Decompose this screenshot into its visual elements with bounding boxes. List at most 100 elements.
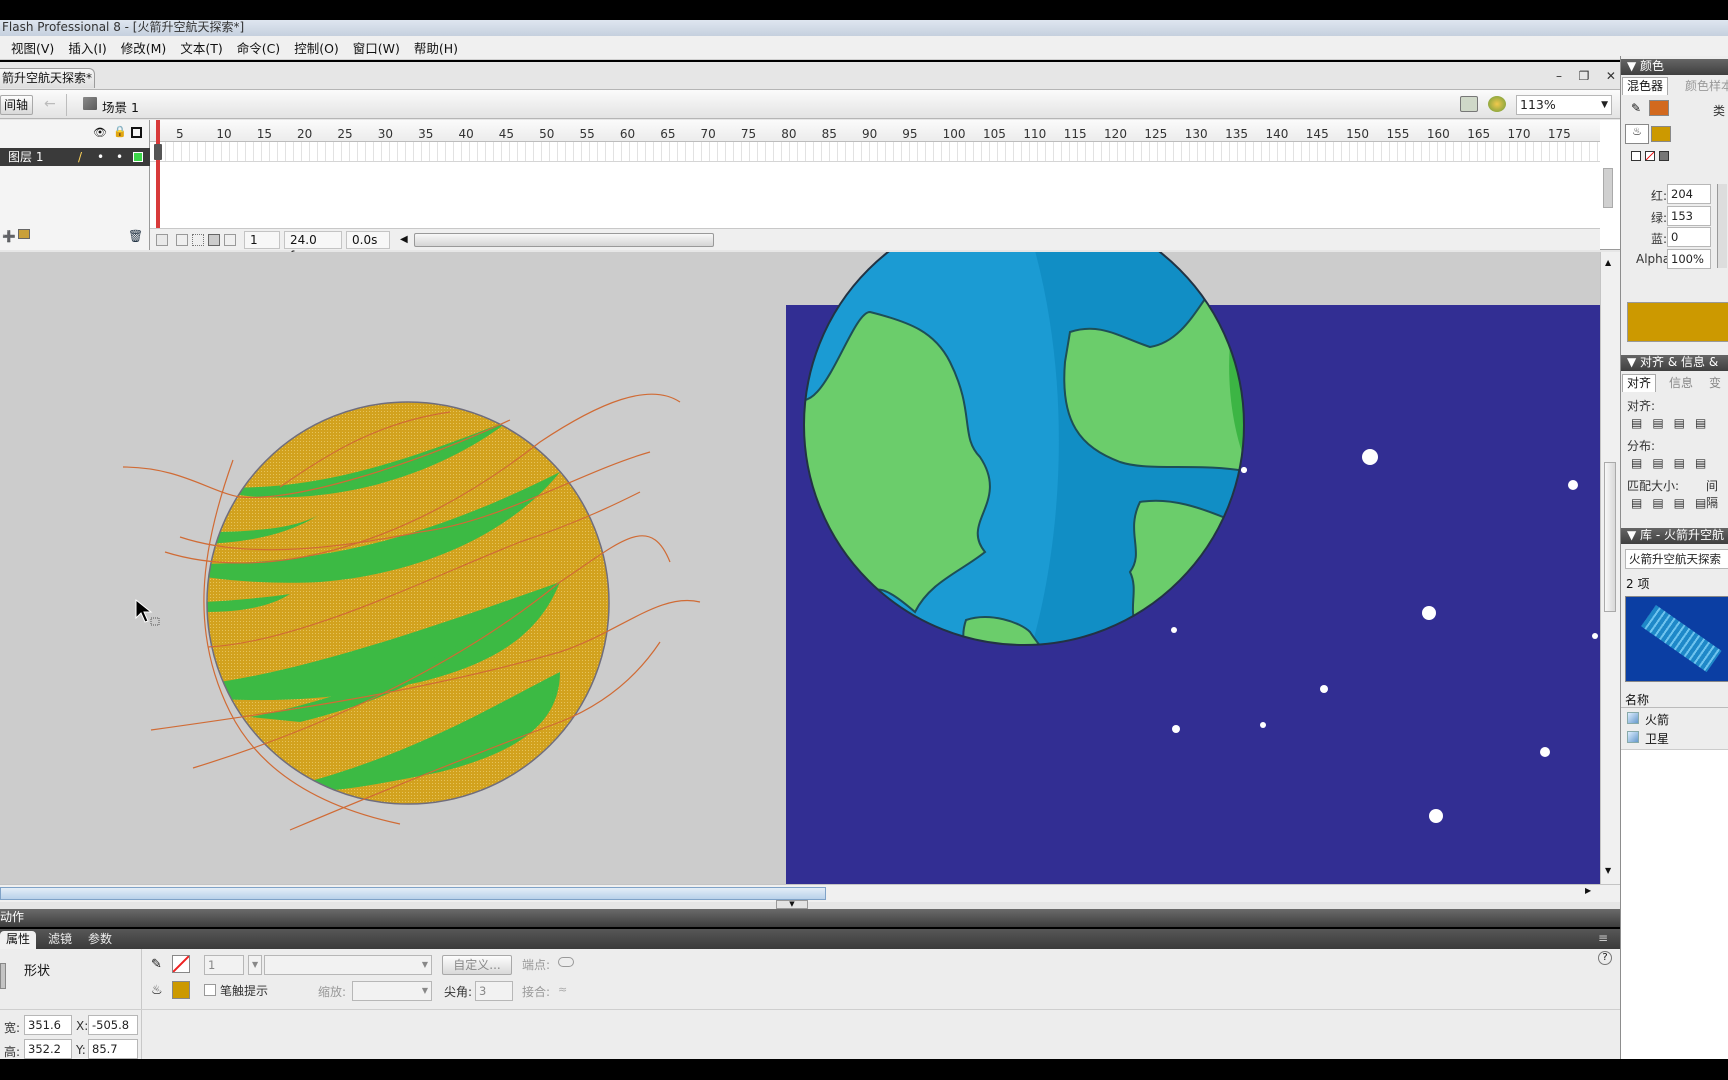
lock-dot[interactable]: • [116,148,123,166]
library-document-select[interactable]: 火箭升空航天探索 [1625,549,1728,569]
scroll-down-icon[interactable]: ▼ [1605,866,1611,875]
add-layer-icon[interactable]: ➕ [2,230,16,243]
menu-text[interactable]: 文本(T) [173,38,229,57]
fill-color-chip[interactable] [1651,126,1671,142]
zoom-select[interactable]: 113% ▼ [1516,95,1612,115]
stroke-height-field[interactable]: 1 [204,955,244,975]
scroll-up-icon[interactable]: ▲ [1605,258,1611,267]
visibility-dot[interactable]: • [97,148,104,166]
layer-row[interactable]: 图层 1 / • • [0,148,150,166]
height-field[interactable]: 352.2 [24,1039,72,1059]
timeline-hscroll-thumb[interactable] [413,232,714,247]
lock-icon[interactable]: 🔒 [113,125,127,138]
scroll-left-icon[interactable]: ◀ [400,234,408,245]
stroke-color-chip[interactable] [1649,100,1669,116]
swap-colors-icon[interactable] [1659,151,1669,161]
back-arrow-icon[interactable]: ← [44,96,56,112]
playhead[interactable] [156,120,160,228]
tab-align[interactable]: 对齐 [1622,374,1657,392]
frame-rate-field[interactable]: 24.0 fps [284,230,342,263]
minimize-icon[interactable]: – [1556,69,1562,85]
fill-bucket-icon[interactable]: ♨ [1625,124,1649,144]
edit-scene-icon[interactable] [1460,96,1478,112]
match-size-buttons-icon[interactable]: ▤▤▤▤ [1631,496,1716,510]
tab-properties[interactable]: 属性 [0,931,37,949]
fill-color-swatch[interactable] [172,981,190,999]
outline-icon[interactable] [131,127,142,138]
stroke-height-dropdown[interactable]: ▼ [248,955,262,975]
library-panel-header[interactable]: ▼ 库 - 火箭升空航 [1621,528,1728,544]
edit-symbols-icon[interactable] [1488,96,1506,112]
library-name-column[interactable]: 名称 [1625,691,1649,708]
no-color-icon[interactable] [1645,151,1655,161]
color-panel-header[interactable]: ▼ 颜色 [1621,59,1728,75]
scale-select[interactable]: ▼ [352,981,432,1001]
tab-parameters[interactable]: 参数 [82,931,118,949]
menu-window[interactable]: 窗口(W) [346,38,407,57]
align-buttons-icon[interactable]: ▤▤▤▤ [1631,416,1716,430]
gas-giant-planet[interactable] [122,393,701,831]
color-sliders[interactable] [1717,184,1727,268]
stroke-style-select[interactable]: ▼ [264,955,432,975]
library-item-rocket[interactable]: 火箭 [1645,711,1669,728]
panel-menu-icon[interactable]: ≡ [1598,931,1608,945]
align-panel-header[interactable]: ▼ 对齐 & 信息 & [1621,355,1728,371]
hscroll-thumb[interactable] [0,887,826,900]
actions-panel-header[interactable]: 动作 [0,909,1620,927]
scroll-right-icon[interactable]: ▶ [1585,886,1591,895]
tab-filters[interactable]: 滤镜 [42,931,78,949]
cap-icon[interactable] [558,957,574,967]
stage-vscroll[interactable]: ▲ ▼ [1600,252,1620,884]
onion-skin-icon[interactable] [176,233,188,246]
restore-icon[interactable]: ❐ [1579,69,1590,85]
add-folder-icon[interactable] [18,229,30,239]
stage-area[interactable] [0,252,1600,884]
y-field[interactable]: 85.7 [88,1039,138,1059]
menu-modify[interactable]: 修改(M) [114,38,174,57]
alpha-field[interactable]: 100% [1667,249,1711,269]
center-frame-icon[interactable] [156,233,168,246]
scene-label[interactable]: 场景 1 [102,97,139,116]
frame-ruler[interactable]: 5 10 15 20 25 30 35 40 45 50 55 60 65 70 75 80 85 90 95 100… [150,120,1600,142]
eye-icon[interactable]: 👁 [93,126,107,139]
close-icon[interactable]: ✕ [1606,69,1616,85]
stroke-color-swatch[interactable] [172,955,190,973]
help-icon[interactable]: ? [1598,951,1612,965]
tab-transform[interactable]: 变 [1705,375,1725,393]
red-field[interactable]: 204 [1667,184,1711,204]
tab-info[interactable]: 信息 [1665,375,1697,393]
stage-hscroll[interactable]: ▶ [0,884,1620,902]
black-white-icon[interactable] [1631,151,1641,161]
timeline-toggle-button[interactable]: 间轴 [0,95,33,115]
edit-multiple-icon[interactable] [208,233,220,246]
vscroll-thumb[interactable] [1604,462,1616,612]
x-field[interactable]: -505.8 [88,1015,138,1035]
layer-color-box[interactable] [133,152,143,162]
menu-view[interactable]: 视图(V) [4,38,61,57]
tab-color-mixer[interactable]: 混色器 [1622,77,1669,95]
document-tab[interactable]: 箭升空航天探索* [0,68,95,88]
library-list-area[interactable] [1621,749,1728,1059]
tab-color-swatches[interactable]: 颜色样本 [1681,78,1728,96]
menu-control[interactable]: 控制(O) [287,38,346,57]
onion-outline-icon[interactable] [192,233,204,246]
frame-row[interactable] [150,142,1600,162]
width-field[interactable]: 351.6 [24,1015,72,1035]
blue-field[interactable]: 0 [1667,227,1711,247]
miter-field[interactable]: 3 [475,981,513,1001]
custom-stroke-button[interactable]: 自定义... [442,955,512,975]
menu-commands[interactable]: 命令(C) [230,38,287,57]
layer-name[interactable]: 图层 1 [0,150,43,164]
join-icon[interactable]: ≈ [558,983,567,996]
stage-canvas[interactable] [0,252,1600,884]
modify-markers-icon[interactable] [224,233,236,246]
library-item-satellite[interactable]: 卫星 [1645,730,1669,747]
distribute-buttons-icon[interactable]: ▤▤▤▤ [1631,456,1716,470]
trash-icon[interactable]: 🗑 [128,229,143,243]
stroke-hint-checkbox[interactable] [204,984,216,996]
green-field[interactable]: 153 [1667,206,1711,226]
menu-help[interactable]: 帮助(H) [407,38,465,57]
panel-collapse-icon[interactable]: ▼ [776,900,808,909]
menu-insert[interactable]: 插入(I) [61,38,113,57]
timeline-vscroll[interactable] [1603,168,1613,208]
